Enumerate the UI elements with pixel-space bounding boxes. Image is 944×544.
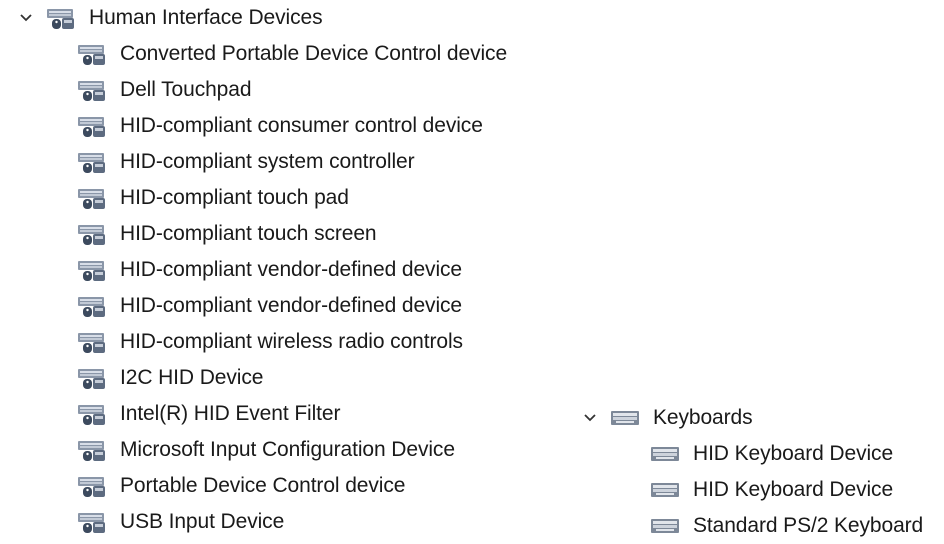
hid-device-icon <box>78 477 105 497</box>
device-item[interactable]: Standard PS/2 Keyboard <box>650 508 923 544</box>
hid-device-icon <box>47 9 74 29</box>
keyboard-icon <box>611 411 639 425</box>
device-label: HID-compliant system controller <box>120 150 415 173</box>
keyboard-icon <box>651 483 679 497</box>
device-label: HID-compliant touch screen <box>120 222 377 245</box>
device-item[interactable]: HID-compliant system controller <box>77 144 415 180</box>
device-label: HID-compliant vendor-defined device <box>120 258 463 281</box>
keyboard-icon <box>651 519 679 533</box>
device-label: Intel(R) HID Event Filter <box>120 402 341 425</box>
device-item[interactable]: HID-compliant touch pad <box>77 180 349 216</box>
hid-device-icon <box>78 225 105 245</box>
tree-node-label: Human Interface Devices <box>89 6 323 29</box>
device-item[interactable]: HID-compliant consumer control device <box>77 108 483 144</box>
device-item[interactable]: HID-compliant wireless radio controls <box>77 324 463 360</box>
device-label: HID Keyboard Device <box>693 442 894 465</box>
hid-device-icon <box>78 441 105 461</box>
device-item[interactable]: Portable Device Control device <box>77 468 405 504</box>
device-item[interactable]: HID-compliant vendor-defined device <box>77 252 462 288</box>
hid-device-icon <box>78 369 105 389</box>
hid-device-icon <box>78 45 105 65</box>
chevron-down-icon[interactable] <box>580 408 600 428</box>
device-item[interactable]: HID-compliant touch screen <box>77 216 377 252</box>
device-item[interactable]: HID-compliant vendor-defined device <box>77 288 462 324</box>
device-label: I2C HID Device <box>120 366 264 389</box>
device-item[interactable]: Intel(R) HID Event Filter <box>77 396 340 432</box>
hid-device-icon <box>78 153 105 173</box>
hid-device-icon <box>78 117 105 137</box>
device-label: Converted Portable Device Control device <box>120 42 508 65</box>
tree-node-label: Keyboards <box>653 406 753 429</box>
hid-device-icon <box>78 513 105 533</box>
tree-node-human-interface-devices[interactable]: Human Interface Devices <box>16 0 323 36</box>
device-item[interactable]: HID Keyboard Device <box>650 436 893 472</box>
device-label: Portable Device Control device <box>120 474 406 497</box>
hid-device-icon <box>78 189 105 209</box>
tree-node-keyboards[interactable]: Keyboards <box>580 400 753 436</box>
device-label: Dell Touchpad <box>120 78 252 101</box>
device-label: HID-compliant consumer control device <box>120 114 483 137</box>
keyboard-icon <box>651 447 679 461</box>
hid-device-icon <box>78 261 105 281</box>
hid-device-icon <box>78 297 105 317</box>
device-label: HID Keyboard Device <box>693 478 894 501</box>
hid-device-icon <box>78 405 105 425</box>
device-item[interactable]: Converted Portable Device Control device <box>77 36 507 72</box>
device-label: Standard PS/2 Keyboard <box>693 514 924 537</box>
device-label: USB Input Device <box>120 510 285 533</box>
device-label: HID-compliant wireless radio controls <box>120 330 463 353</box>
device-label: Microsoft Input Configuration Device <box>120 438 455 461</box>
chevron-down-icon[interactable] <box>16 8 36 28</box>
device-label: HID-compliant vendor-defined device <box>120 294 463 317</box>
hid-device-icon <box>78 333 105 353</box>
hid-device-icon <box>78 81 105 101</box>
device-item[interactable]: USB Input Device <box>77 504 284 540</box>
device-label: HID-compliant touch pad <box>120 186 349 209</box>
device-item[interactable]: Microsoft Input Configuration Device <box>77 432 455 468</box>
device-item[interactable]: HID Keyboard Device <box>650 472 893 508</box>
device-item[interactable]: Dell Touchpad <box>77 72 252 108</box>
device-item[interactable]: I2C HID Device <box>77 360 263 396</box>
